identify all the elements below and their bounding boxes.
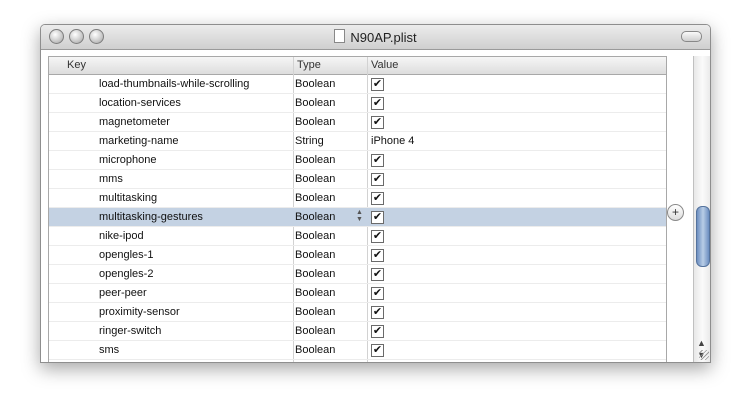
value-checkbox[interactable]: ✔ — [371, 230, 384, 243]
value-checkbox[interactable]: ✔ — [371, 116, 384, 129]
row-key[interactable]: multitasking — [99, 192, 157, 204]
value-checkbox[interactable]: ✔ — [371, 249, 384, 262]
title-bar[interactable]: N90AP.plist — [41, 25, 710, 50]
value-checkbox[interactable]: ✔ — [371, 173, 384, 186]
plist-window: N90AP.plist Key Type Value load-thumbnai… — [40, 24, 711, 363]
table-row[interactable]: proximity-sensor Boolean ✔ — [49, 303, 666, 322]
row-key[interactable]: opengles-2 — [99, 268, 153, 280]
row-type[interactable]: Boolean — [295, 268, 335, 280]
row-key[interactable]: peer-peer — [99, 287, 147, 299]
value-checkbox[interactable]: ✔ — [371, 306, 384, 319]
table-row[interactable]: ringer-switch Boolean ✔ — [49, 322, 666, 341]
row-type[interactable]: Boolean — [295, 287, 335, 299]
window-title-text: N90AP.plist — [350, 30, 417, 45]
value-checkbox[interactable]: ✔ — [371, 287, 384, 300]
row-value[interactable]: iPhone 4 — [371, 135, 414, 147]
row-type[interactable]: Boolean — [295, 192, 335, 204]
row-type[interactable]: Boolean — [295, 325, 335, 337]
row-type[interactable]: Boolean — [295, 344, 335, 356]
row-type[interactable]: Boolean — [295, 173, 335, 185]
row-type[interactable]: Boolean — [295, 154, 335, 166]
row-type[interactable]: Boolean — [295, 97, 335, 109]
table-row[interactable]: magnetometer Boolean ✔ — [49, 113, 666, 132]
value-checkbox[interactable]: ✔ — [371, 268, 384, 281]
row-key[interactable]: mms — [99, 173, 123, 185]
window-title: N90AP.plist — [41, 29, 710, 45]
row-type[interactable]: Boolean — [295, 249, 335, 261]
row-type[interactable]: Boolean — [295, 78, 335, 90]
value-checkbox[interactable]: ✔ — [371, 344, 384, 357]
row-key[interactable]: microphone — [99, 154, 156, 166]
scroll-up-icon[interactable]: ▲ — [697, 338, 706, 348]
scroll-thumb[interactable] — [696, 206, 710, 267]
table-row[interactable]: opengles-1 Boolean ✔ — [49, 246, 666, 265]
row-type[interactable]: Boolean — [295, 230, 335, 242]
type-stepper-icon[interactable]: ▲ ▼ — [356, 209, 363, 223]
column-header-key[interactable]: Key — [67, 59, 86, 71]
table-row[interactable]: location-services Boolean ✔ — [49, 94, 666, 113]
table-rows: load-thumbnails-while-scrolling Boolean ✔ l… — [49, 75, 666, 362]
value-checkbox[interactable]: ✔ — [371, 154, 384, 167]
plist-table: Key Type Value load-thumbnails-while-scr… — [48, 56, 667, 362]
value-checkbox[interactable]: ✔ — [371, 211, 384, 224]
row-type[interactable]: Boolean — [295, 306, 335, 318]
row-key[interactable]: multitasking-gestures — [99, 211, 203, 223]
table-header: Key Type Value — [49, 57, 666, 75]
table-row[interactable]: nike-ipod Boolean ✔ — [49, 227, 666, 246]
row-key[interactable]: nike-ipod — [99, 230, 144, 242]
value-checkbox[interactable]: ✔ — [371, 78, 384, 91]
value-checkbox[interactable]: ✔ — [371, 325, 384, 338]
toolbar-toggle-button[interactable] — [681, 31, 702, 42]
table-row[interactable]: sms Boolean ✔ — [49, 341, 666, 360]
row-key[interactable]: magnetometer — [99, 116, 170, 128]
row-key[interactable]: proximity-sensor — [99, 306, 180, 318]
table-row[interactable]: marketing-name String iPhone 4 — [49, 132, 666, 151]
table-row[interactable]: stand-alone-contactsBoolean✔ — [49, 360, 666, 362]
row-key[interactable]: opengles-1 — [99, 249, 153, 261]
add-item-button[interactable]: + — [667, 204, 684, 221]
row-key[interactable]: marketing-name — [99, 135, 178, 147]
value-checkbox[interactable]: ✔ — [371, 97, 384, 110]
vertical-scrollbar[interactable]: ▲ ▼ — [693, 56, 710, 362]
value-checkbox[interactable]: ✔ — [371, 192, 384, 205]
document-icon — [334, 29, 346, 43]
table-row[interactable]: opengles-2 Boolean ✔ — [49, 265, 666, 284]
row-type[interactable]: String — [295, 135, 324, 147]
row-key[interactable]: location-services — [99, 97, 181, 109]
table-row[interactable]: microphone Boolean ✔ — [49, 151, 666, 170]
row-type[interactable]: Boolean — [295, 211, 335, 223]
column-header-type[interactable]: Type — [297, 59, 321, 71]
resize-grip-icon[interactable] — [699, 350, 709, 360]
table-row[interactable]: peer-peer Boolean ✔ — [49, 284, 666, 303]
table-row[interactable]: load-thumbnails-while-scrolling Boolean ✔ — [49, 75, 666, 94]
row-key[interactable]: ringer-switch — [99, 325, 161, 337]
column-header-value[interactable]: Value — [371, 59, 398, 71]
row-type[interactable]: Boolean — [295, 116, 335, 128]
row-key[interactable]: sms — [99, 344, 119, 356]
table-row[interactable]: multitasking-gestures Boolean ▲ ▼ ✔ — [49, 208, 666, 227]
table-row[interactable]: multitasking Boolean ✔ — [49, 189, 666, 208]
row-key[interactable]: load-thumbnails-while-scrolling — [99, 78, 249, 90]
table-row[interactable]: mms Boolean ✔ — [49, 170, 666, 189]
